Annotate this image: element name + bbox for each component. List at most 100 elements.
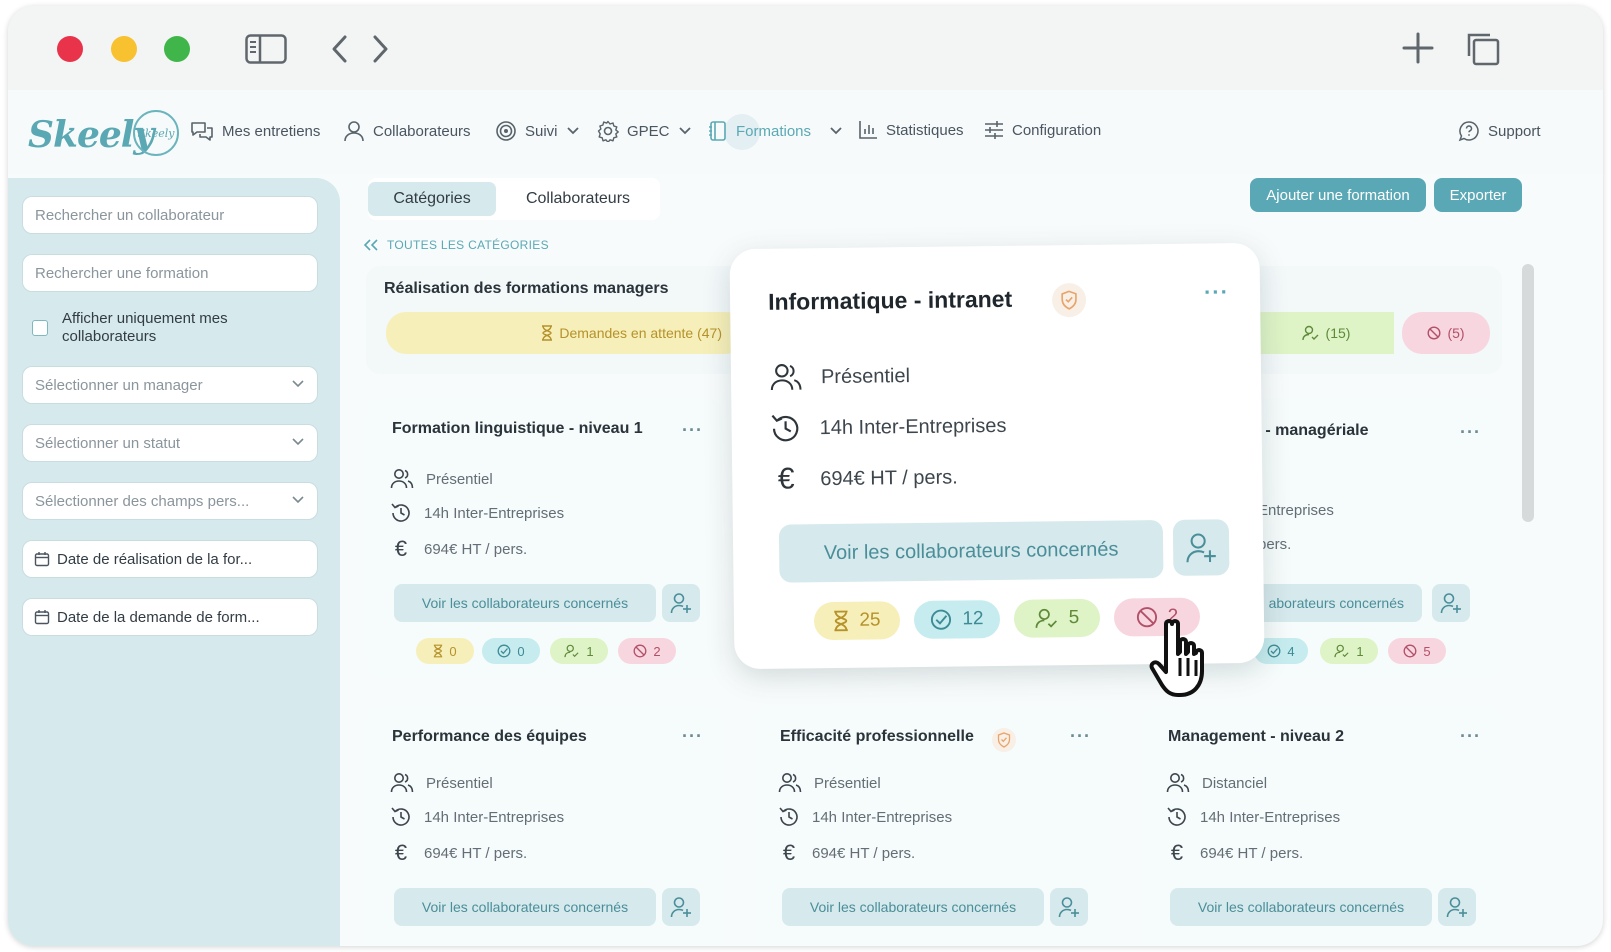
nav-label: Collaborateurs: [373, 122, 471, 140]
assigned-pill[interactable]: (15): [1258, 312, 1394, 354]
validated-badge[interactable]: 0: [482, 638, 540, 664]
tabs-overview-icon[interactable]: [1466, 32, 1500, 66]
card-duration: 14h Inter-Entreprises: [424, 808, 565, 826]
assigned-badge[interactable]: 1: [1320, 638, 1378, 664]
euro-icon: €: [1170, 840, 1184, 865]
see-employees-button[interactable]: aborateurs concernés: [1240, 584, 1422, 622]
card-title: e - managériale: [1252, 422, 1369, 439]
training-card[interactable]: Performance des équipes ··· Présentiel 1…: [366, 706, 722, 946]
pending-badge[interactable]: 25: [813, 601, 901, 641]
tab-employees[interactable]: Collaborateurs: [508, 182, 648, 216]
minimize-window-button[interactable]: [111, 36, 137, 62]
maximize-window-button[interactable]: [164, 36, 190, 62]
more-options-icon[interactable]: ···: [682, 726, 703, 747]
card-duration: 14h Inter-Entreprises: [424, 504, 565, 522]
refused-count: 5: [1423, 643, 1431, 659]
nav-item-statistics[interactable]: Statistiques: [858, 120, 964, 140]
see-employees-button[interactable]: Voir les collaborateurs concernés: [778, 519, 1164, 583]
pending-badge[interactable]: 0: [416, 638, 474, 664]
validated-count: 12: [962, 608, 984, 630]
manager-select[interactable]: Sélectionner un manager: [22, 366, 318, 404]
tab-categories[interactable]: Catégories: [368, 182, 496, 216]
nav-item-employees[interactable]: Collaborateurs: [343, 120, 471, 142]
see-employees-button[interactable]: Voir les collaborateurs concernés: [394, 584, 656, 622]
breadcrumb-label: TOUTES LES CATÉGORIES: [387, 238, 549, 252]
more-options-icon[interactable]: ···: [682, 420, 703, 441]
pending-count: 0: [449, 643, 457, 659]
hourglass-icon: [834, 610, 849, 632]
new-tab-icon[interactable]: [1402, 32, 1434, 64]
popup-duration: 14h Inter-Entreprises: [819, 414, 1007, 439]
euro-icon: €: [782, 840, 796, 865]
training-card[interactable]: Management - niveau 2 ··· Distanciel 14h…: [1142, 706, 1502, 946]
nav-item-support[interactable]: Support: [1458, 120, 1541, 142]
nav-item-tracking[interactable]: Suivi: [495, 120, 580, 142]
assigned-badge[interactable]: 1: [550, 638, 608, 664]
back-arrow-icon[interactable]: [330, 34, 350, 64]
close-window-button[interactable]: [57, 36, 83, 62]
manager-select-label: Sélectionner un manager: [35, 376, 203, 394]
user-check-icon: [1035, 608, 1057, 628]
add-employee-button[interactable]: [1432, 584, 1470, 622]
see-employees-button[interactable]: Voir les collaborateurs concernés: [394, 888, 656, 926]
request-date-picker[interactable]: Date de la demande de form...: [22, 598, 318, 636]
users-icon: [770, 364, 802, 391]
users-icon: [390, 773, 414, 793]
only-mine-filter[interactable]: Afficher uniquement mes collaborateurs: [32, 310, 292, 346]
search-employee-input[interactable]: Rechercher un collaborateur: [22, 196, 318, 234]
see-employees-button[interactable]: Voir les collaborateurs concernés: [782, 888, 1044, 926]
vertical-scrollbar[interactable]: [1522, 264, 1534, 522]
chat-icon: [191, 122, 213, 141]
nav-item-gpec[interactable]: GPEC: [597, 120, 692, 142]
more-options-icon[interactable]: ···: [1070, 726, 1091, 747]
add-training-button[interactable]: Ajouter une formation: [1250, 178, 1426, 212]
shield-icon: [1051, 282, 1087, 318]
more-options-icon[interactable]: ···: [1460, 422, 1481, 443]
pending-requests-pill[interactable]: Demandes en attente (47): [386, 312, 746, 354]
pending-requests-label: Demandes en attente (47): [559, 325, 722, 341]
export-button[interactable]: Exporter: [1434, 178, 1522, 212]
add-employee-button[interactable]: [1438, 888, 1476, 926]
sidebar-toggle-icon[interactable]: [245, 34, 287, 64]
app-navbar: Skeely Skeely Mes entretiens Collaborate…: [8, 90, 1603, 174]
history-clock-icon: [779, 807, 798, 826]
gear-icon: [597, 120, 619, 142]
chevron-down-icon: [292, 380, 304, 388]
refused-pill[interactable]: (5): [1402, 312, 1490, 354]
add-employee-button[interactable]: [662, 584, 700, 622]
card-duration: 14h Inter-Entreprises: [1200, 808, 1341, 826]
forward-arrow-icon[interactable]: [370, 34, 390, 64]
nav-item-trainings[interactable]: Formations: [708, 120, 843, 142]
custom-fields-select[interactable]: Sélectionner des champs pers...: [22, 482, 318, 520]
validated-badge[interactable]: 12: [913, 599, 1001, 640]
completion-date-picker[interactable]: Date de réalisation de la for...: [22, 540, 318, 578]
more-options-icon[interactable]: ···: [1204, 279, 1229, 305]
see-employees-button[interactable]: Voir les collaborateurs concernés: [1170, 888, 1432, 926]
add-employee-button[interactable]: [1172, 519, 1230, 576]
euro-icon: €: [394, 840, 408, 865]
add-employee-button[interactable]: [1050, 888, 1088, 926]
nav-label: Statistiques: [886, 121, 964, 139]
popup-price-row: € 694€ HT / pers.: [770, 460, 958, 496]
training-card[interactable]: Efficacité professionnelle ··· Présentie…: [754, 706, 1110, 946]
notebook-icon: [709, 121, 726, 141]
assigned-badge[interactable]: 5: [1013, 598, 1101, 638]
more-options-icon[interactable]: ···: [1460, 726, 1481, 747]
status-select[interactable]: Sélectionner un statut: [22, 424, 318, 462]
only-mine-checkbox[interactable]: [32, 320, 48, 336]
assigned-count: 1: [1356, 643, 1364, 659]
add-employee-button[interactable]: [662, 888, 700, 926]
refused-badge[interactable]: 5: [1388, 638, 1446, 664]
search-training-input[interactable]: Rechercher une formation: [22, 254, 318, 292]
nav-item-configuration[interactable]: Configuration: [984, 120, 1101, 140]
training-card[interactable]: Formation linguistique - niveau 1 ··· Pr…: [366, 398, 722, 678]
card-title: Management - niveau 2: [1168, 728, 1345, 745]
highlighted-training-card[interactable]: Informatique - intranet ··· Présentiel 1…: [729, 242, 1265, 670]
nav-label: Mes entretiens: [222, 122, 321, 140]
breadcrumb[interactable]: TOUTES LES CATÉGORIES: [363, 238, 549, 252]
user-plus-icon: [1440, 593, 1461, 614]
chevron-down-icon: [292, 496, 304, 504]
nav-item-interviews[interactable]: Mes entretiens: [190, 120, 320, 142]
refused-badge[interactable]: 2: [618, 638, 676, 664]
users-icon: [1166, 773, 1190, 793]
